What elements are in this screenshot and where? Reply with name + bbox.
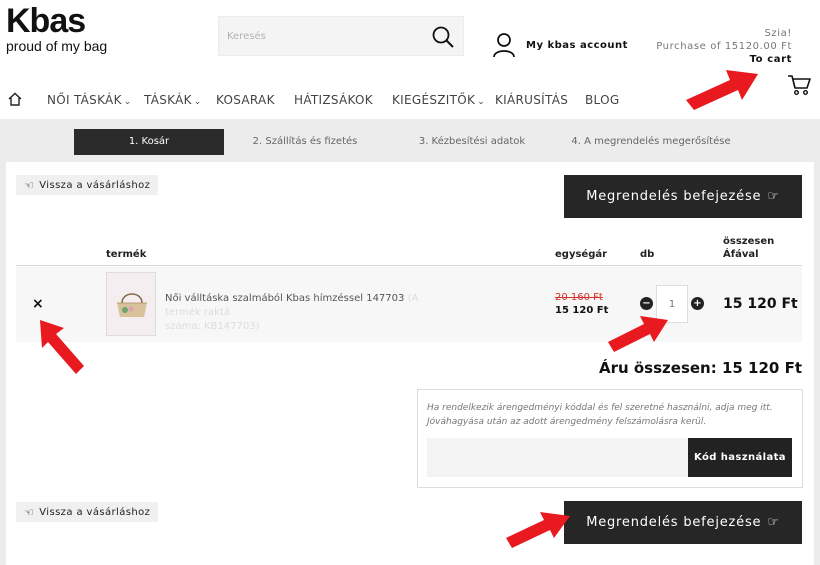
search-box: [218, 16, 464, 56]
search-input[interactable]: [219, 17, 419, 55]
header-total-line1: összesen: [723, 236, 775, 247]
chevron-down-icon: ⌄: [477, 97, 486, 107]
arrow-icon: [506, 512, 570, 548]
back-to-shopping-button[interactable]: ☜ Vissza a vásárláshoz: [16, 175, 159, 195]
nav-label: HÁTIZSÁKOK: [294, 93, 373, 107]
old-price: 20 160 Ft: [555, 292, 603, 303]
pointing-hand-icon: ☜: [24, 178, 35, 192]
coupon-text: Ha rendelkezik árengedményi kóddal és fe…: [427, 403, 773, 427]
unit-price: 15 120 Ft: [555, 305, 609, 316]
chevron-down-icon: ⌄: [193, 97, 202, 107]
header-total: összesen Áfával: [723, 235, 774, 261]
account-label: My kbas account: [526, 39, 628, 51]
back-label: Vissza a vásárláshoz: [39, 506, 151, 518]
logo[interactable]: Kbas proud of my bag: [6, 4, 116, 60]
product-title: Női válltáska szalmából Kbas hímzéssel 1…: [165, 293, 405, 304]
finish-label: Megrendelés befejezése: [586, 189, 762, 204]
home-icon[interactable]: [8, 92, 22, 106]
nav-item-hatizsakok[interactable]: HÁTIZSÁKOK: [294, 93, 373, 107]
logo-mark: Kbas: [6, 2, 86, 40]
pointing-hand-icon: ☞: [767, 515, 780, 530]
search-icon[interactable]: [431, 25, 455, 49]
nav-label: KIÁRUSÍTÁS: [495, 93, 569, 107]
step-shipping[interactable]: 2. Szállítás és fizetés: [232, 129, 378, 155]
nav-label: KOSARAK: [216, 93, 275, 107]
cart-summary[interactable]: Szia! Purchase of 15120.00 Ft To cart: [656, 27, 792, 66]
back-label: Vissza a vásárláshoz: [39, 179, 151, 191]
nav-label: NŐI TÁSKÁK: [47, 93, 122, 107]
pointing-hand-icon: ☜: [24, 505, 35, 519]
apply-coupon-button[interactable]: Kód használata: [688, 438, 792, 477]
qty-increase-button[interactable]: +: [691, 297, 704, 310]
cart-icon[interactable]: [787, 74, 811, 96]
step-cart[interactable]: 1. Kosár: [74, 129, 224, 155]
step-confirm[interactable]: 4. A megrendelés megerősítése: [566, 129, 736, 155]
nav-label: BLOG: [585, 93, 620, 107]
finish-label: Megrendelés befejezése: [586, 515, 762, 530]
nav-item-blog[interactable]: BLOG: [585, 93, 619, 107]
step-delivery[interactable]: 3. Kézbesítési adatok: [392, 129, 552, 155]
nav-item-noi-taskak[interactable]: NŐI TÁSKÁK ⌄: [47, 93, 132, 107]
nav-item-taskak[interactable]: TÁSKÁK ⌄: [144, 93, 202, 107]
logo-tagline: proud of my bag: [6, 38, 108, 54]
header-qty: db: [640, 249, 655, 260]
product-name[interactable]: Női válltáska szalmából Kbas hímzéssel 1…: [165, 292, 455, 334]
user-icon: [493, 33, 515, 58]
to-cart-link[interactable]: To cart: [656, 53, 792, 66]
arrow-icon: [686, 70, 758, 110]
nav-label: KIEGÉSZITŐK: [392, 93, 476, 107]
account-link[interactable]: My kbas account: [492, 32, 628, 58]
header-total-line2: Áfával: [723, 249, 759, 260]
grand-total: Áru összesen: 15 120 Ft: [598, 359, 802, 377]
header-product: termék: [106, 249, 147, 260]
back-to-shopping-button[interactable]: ☜ Vissza a vásárláshoz: [16, 502, 159, 522]
nav-item-kiegeszitok[interactable]: KIEGÉSZITŐK ⌄: [392, 93, 485, 107]
qty-decrease-button[interactable]: −: [640, 297, 653, 310]
cart-greeting: Szia!: [764, 28, 792, 39]
finish-order-button[interactable]: Megrendelés befejezése ☞: [564, 501, 802, 544]
arrow-icon: [40, 320, 84, 374]
product-sku: száma: KB147703): [165, 321, 260, 332]
finish-order-button[interactable]: Megrendelés befejezése ☞: [564, 175, 802, 218]
coupon-input[interactable]: [427, 438, 688, 477]
remove-item-icon[interactable]: ×: [32, 296, 44, 312]
nav-label: TÁSKÁK: [144, 93, 192, 107]
cart-purchase: Purchase of 15120.00 Ft: [656, 41, 792, 52]
bag-image: [107, 273, 155, 335]
product-thumbnail[interactable]: [106, 272, 156, 336]
table-divider: [16, 265, 802, 266]
pointing-hand-icon: ☞: [767, 189, 780, 204]
header-unit-price: egységár: [555, 249, 608, 260]
arrow-icon: [608, 316, 668, 352]
nav-item-kosarak[interactable]: KOSARAK: [216, 93, 275, 107]
nav-item-kiarusitas[interactable]: KIÁRUSÍTÁS: [495, 93, 568, 107]
row-total: 15 120 Ft: [723, 296, 798, 312]
chevron-down-icon: ⌄: [123, 97, 132, 107]
